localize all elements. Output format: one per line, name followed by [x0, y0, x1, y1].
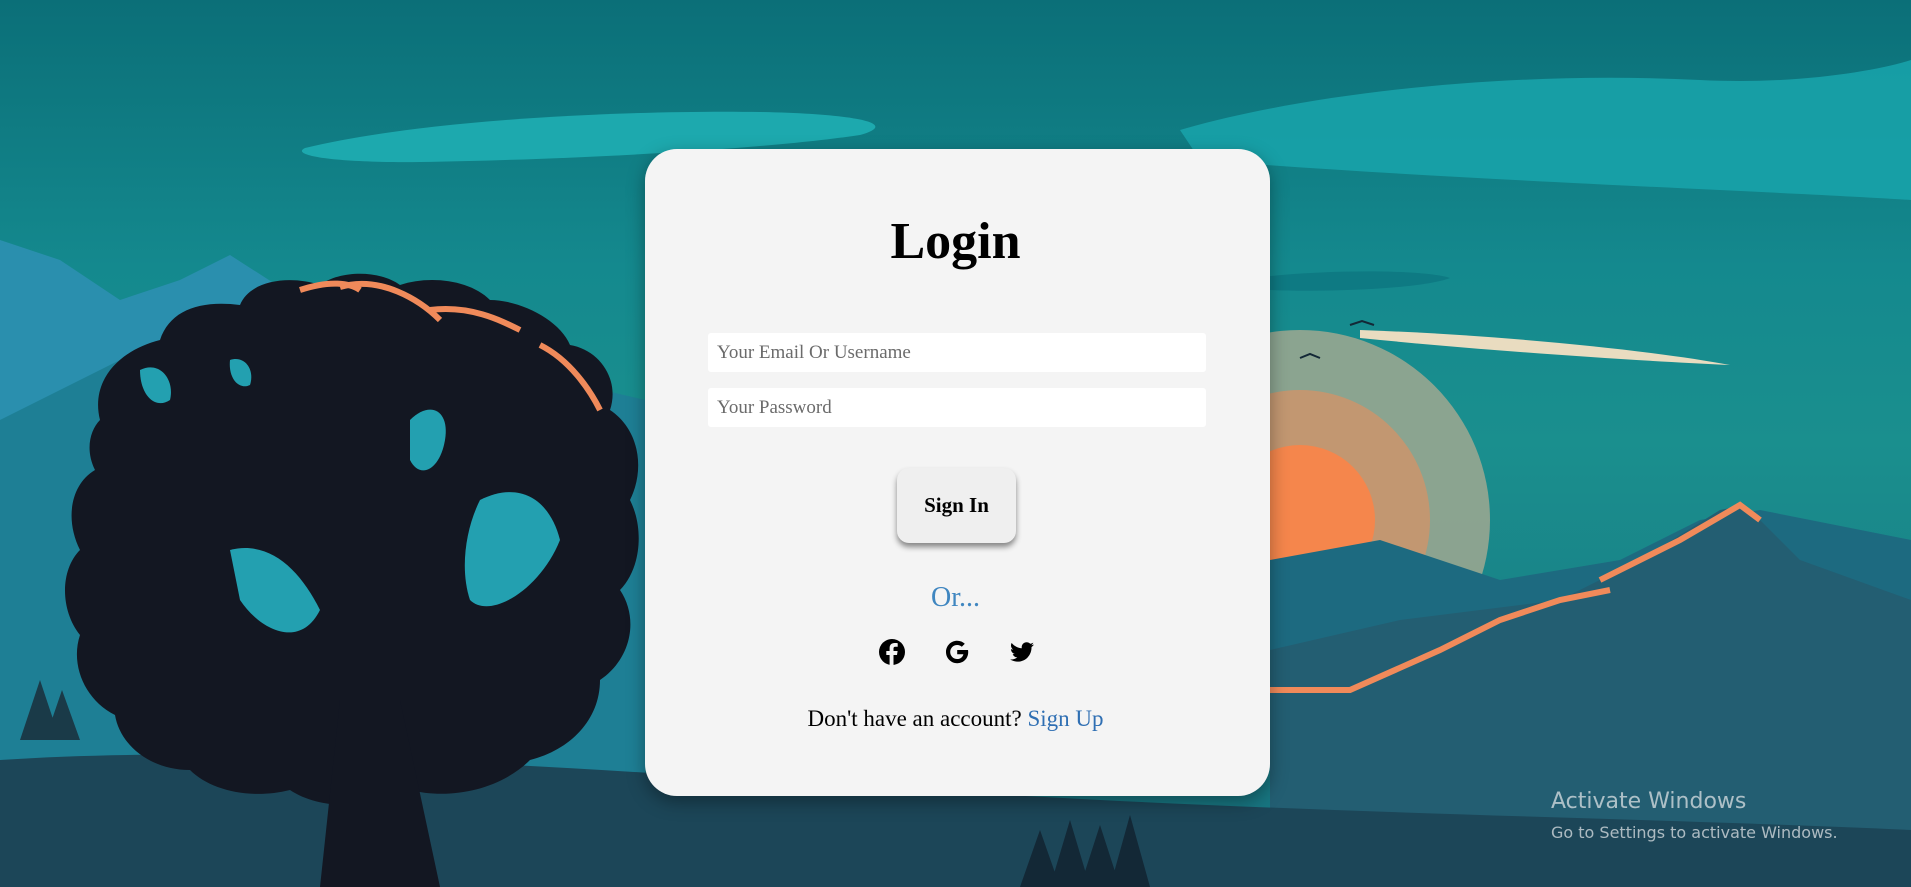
password-input[interactable] — [708, 388, 1206, 427]
email-input[interactable] — [708, 333, 1206, 372]
sign-up-link[interactable]: Sign Up — [1027, 706, 1103, 731]
google-icon[interactable] — [943, 638, 971, 666]
signup-prompt-text: Don't have an account? — [807, 706, 1022, 731]
or-separator: Or... — [931, 582, 980, 613]
sign-in-button[interactable]: Sign In — [897, 468, 1016, 543]
windows-activation-title: Activate Windows — [1551, 789, 1747, 814]
twitter-icon[interactable] — [1008, 638, 1036, 666]
signup-prompt-line: Don't have an account? Sign Up — [0, 706, 1911, 732]
facebook-icon[interactable] — [878, 638, 906, 666]
page-title: Login — [890, 213, 1021, 270]
windows-activation-subtitle: Go to Settings to activate Windows. — [1551, 823, 1838, 842]
